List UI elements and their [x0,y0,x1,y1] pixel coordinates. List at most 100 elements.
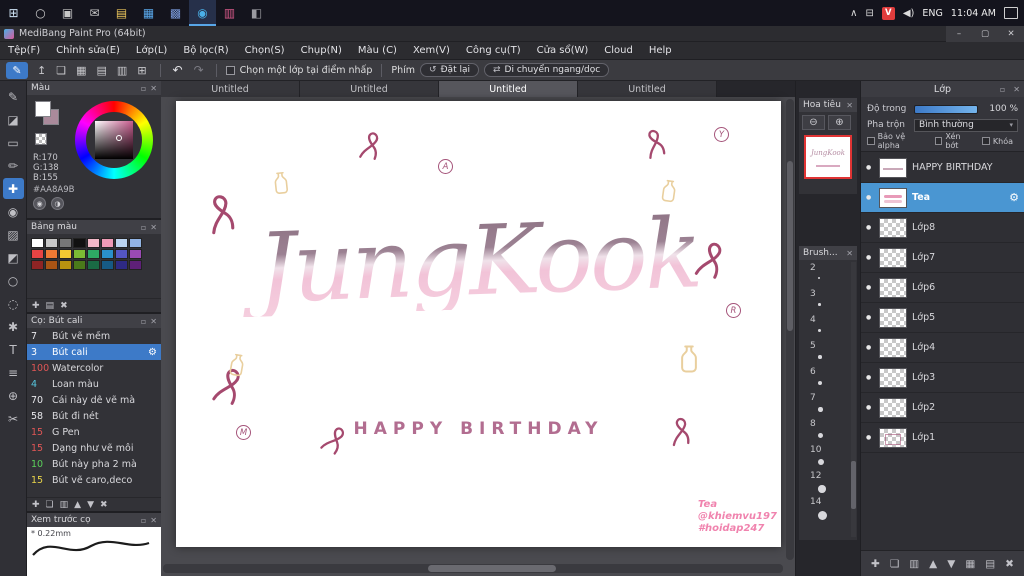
brush-size-item[interactable]: 12 [799,471,857,497]
visibility-icon[interactable]: ● [866,344,874,351]
navigator-preview[interactable]: JungKook [804,135,852,179]
brush-size-item[interactable]: 4 [799,315,857,341]
divide-tool[interactable]: ✂ [3,408,24,429]
undock-icon[interactable]: ▫ [141,223,146,232]
color-swatch[interactable] [73,260,86,270]
color-swatch[interactable] [87,249,100,259]
delete-color-icon[interactable]: ✖ [60,301,68,311]
brush-size-item[interactable]: 2 [799,263,857,289]
brush-item[interactable]: 15 Bút vẽ caro,deco ⚙ [27,472,161,488]
palette-app-icon[interactable]: ▥ [216,0,243,26]
layer-row[interactable]: ● Lớp2 ⚙ [861,393,1024,423]
visibility-icon[interactable]: ● [866,404,874,411]
menu-item[interactable]: Cửa sổ(W) [529,42,597,60]
layer-row[interactable]: ● Lớp1 ⚙ [861,423,1024,453]
document-tab[interactable]: Untitled [300,81,439,97]
pen-tool[interactable]: ✎ [3,86,24,107]
undock-icon[interactable]: ▫ [141,317,146,326]
menu-item[interactable]: Chọn(S) [237,42,293,60]
color-swatch[interactable] [31,238,44,248]
color-swatch[interactable] [129,249,142,259]
horizontal-scrollbar[interactable] [163,564,783,573]
duplicate-brush-icon[interactable]: ❏ [46,500,54,510]
layer-row[interactable]: ● Lớp8 ⚙ [861,213,1024,243]
color-swatch[interactable] [115,260,128,270]
brush-item[interactable]: 4 Loan màu ⚙ [27,376,161,392]
visibility-icon[interactable]: ● [866,164,874,171]
move-tool[interactable]: ✚ [2,178,24,199]
color-swatch[interactable] [101,238,114,248]
menu-item[interactable]: Xem(V) [405,42,458,60]
layer-row[interactable]: ● Lớp3 ⚙ [861,363,1024,393]
comment-icon[interactable]: ❏ [52,64,70,77]
close-icon[interactable]: ✕ [846,249,853,258]
brush-item[interactable]: 100 Watercolor ⚙ [27,360,161,376]
canvas[interactable]: JungKook HAPPY BIRTHDAY Tea @khiemvu197 … [176,101,781,547]
visibility-icon[interactable]: ● [866,194,874,201]
color-swatch[interactable] [129,238,142,248]
brush-size-header[interactable]: Brush... ✕ [799,246,857,260]
network-icon[interactable]: ⊟ [865,8,873,19]
volume-icon[interactable]: ◀) [903,8,915,19]
menu-item[interactable]: Help [641,42,680,60]
brush-item[interactable]: 7 Bút vẽ mềm ⚙ [27,328,161,344]
document-tab[interactable]: Untitled [161,81,300,97]
clipping-checkbox[interactable] [934,137,943,145]
layer-row[interactable]: ● Lớp5 ⚙ [861,303,1024,333]
layer-up-icon[interactable]: ▲ [929,558,937,570]
select-tool[interactable]: ▭ [3,132,24,153]
undock-icon[interactable]: ▫ [141,516,146,525]
zoom-out-button[interactable]: ⊖ [802,115,825,130]
minimize-button[interactable]: – [946,26,972,42]
duplicate-layer-icon[interactable]: ❏ [890,558,899,570]
close-icon[interactable]: ✕ [1013,85,1020,94]
add-color-icon[interactable]: ✚ [32,301,40,311]
color-swatch[interactable] [87,260,100,270]
layer-row[interactable]: ● Tea ⚙ [861,183,1024,213]
brush-tool[interactable]: ✏ [3,155,24,176]
clock[interactable]: 11:04 AM [951,8,996,19]
opacity-slider[interactable] [914,104,978,114]
move-direction-button[interactable]: ⇄ Di chuyển ngang/dọc [483,63,610,77]
layer-down-icon[interactable]: ▼ [947,558,955,570]
visibility-icon[interactable]: ● [866,374,874,381]
color-swatch[interactable] [45,260,58,270]
brush-down-icon[interactable]: ▼ [87,500,94,510]
menu-item[interactable]: Lớp(L) [128,42,175,60]
zoom-tool[interactable]: ⊕ [3,385,24,406]
file-explorer-icon[interactable]: ▤ [108,0,135,26]
zoom-in-button[interactable]: ⊕ [828,115,851,130]
close-icon[interactable]: ✕ [150,516,157,525]
close-button[interactable]: ✕ [998,26,1024,42]
brush-preview-header[interactable]: Xem trước cọ ▫ ✕ [27,513,161,527]
vlc-tray-icon[interactable]: V [881,6,895,20]
eraser-tool[interactable]: ◪ [3,109,24,130]
merge-layer-icon[interactable]: ▦ [965,558,975,570]
color-mode-button[interactable]: ◑ [51,197,64,210]
panels-icon[interactable]: ▥ [113,64,131,77]
brush-panel-header[interactable]: Cọ: Bút cali ▫ ✕ [27,314,161,328]
layers-panel-header[interactable]: Lớp ▫ ✕ [861,81,1024,97]
new-layer-icon[interactable]: ✚ [871,558,880,570]
menu-item[interactable]: Cloud [596,42,641,60]
brush-size-item[interactable]: 14 [799,497,857,523]
undock-icon[interactable]: ▫ [1000,85,1005,94]
vertical-scrollbar[interactable] [786,99,794,560]
text-tool[interactable]: T [3,339,24,360]
layer-folder-icon[interactable]: ▥ [909,558,919,570]
menu-item[interactable]: Tệp(F) [0,42,48,60]
task-view-icon[interactable]: ▣ [54,0,81,26]
brush-size-item[interactable]: 10 [799,445,857,471]
document-tab[interactable]: Untitled [439,81,578,97]
eyedropper-tool[interactable]: ◉ [3,201,24,222]
palette-menu-icon[interactable]: ▤ [46,301,55,311]
brush-item[interactable]: 15 Dạng như vẽ môi ⚙ [27,440,161,456]
brush-folder-icon[interactable]: ▥ [60,500,69,510]
eyedropper-button[interactable]: ◉ [33,197,46,210]
document-tab[interactable]: Untitled [578,81,717,97]
shape-tool[interactable]: ○ [3,270,24,291]
maximize-button[interactable]: ▢ [972,26,998,42]
saturation-value-square[interactable] [95,121,133,159]
alpha-protect-checkbox[interactable] [867,137,875,145]
pan-tool[interactable]: ≡ [3,362,24,383]
